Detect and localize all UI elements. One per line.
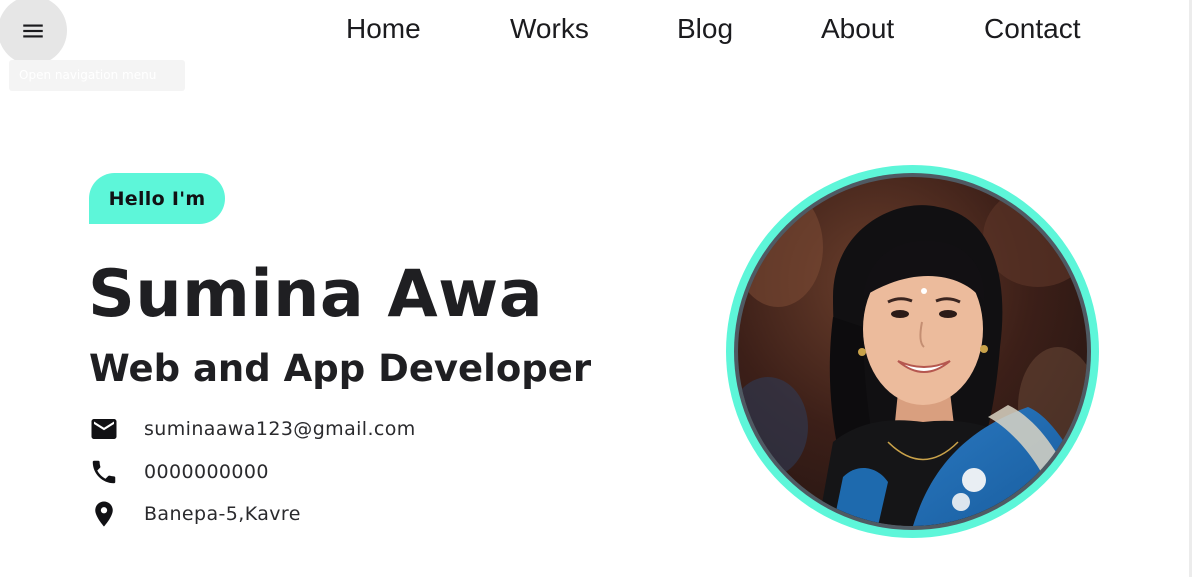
contact-location-row: Banepa-5,Kavre [89, 498, 301, 530]
menu-icon [22, 24, 43, 37]
contact-phone-row: 0000000000 [89, 456, 269, 488]
nav-link-about[interactable]: About [821, 8, 894, 50]
profile-photo [738, 177, 1087, 526]
hero-name: Sumina Awa [88, 257, 544, 332]
nav-link-blog[interactable]: Blog [677, 8, 733, 50]
phone-icon [89, 457, 119, 487]
hero-role: Web and App Developer [89, 347, 592, 390]
greeting-chip: Hello I'm [89, 173, 225, 224]
nav-link-contact[interactable]: Contact [984, 8, 1081, 50]
contact-email-text: suminaawa123@gmail.com [144, 418, 416, 440]
contact-phone-text: 0000000000 [144, 461, 269, 483]
avatar-border [734, 173, 1091, 530]
portfolio-page: Open navigation menu Home Works Blog Abo… [0, 0, 1192, 577]
nav-link-home[interactable]: Home [346, 8, 421, 50]
email-icon [89, 414, 119, 444]
menu-button[interactable] [0, 0, 67, 65]
menu-tooltip: Open navigation menu [9, 60, 185, 91]
nav-link-works[interactable]: Works [510, 8, 589, 50]
profile-avatar [726, 165, 1099, 538]
contact-location-text: Banepa-5,Kavre [144, 503, 301, 525]
location-pin-icon [89, 499, 119, 529]
contact-email-row: suminaawa123@gmail.com [89, 413, 416, 445]
